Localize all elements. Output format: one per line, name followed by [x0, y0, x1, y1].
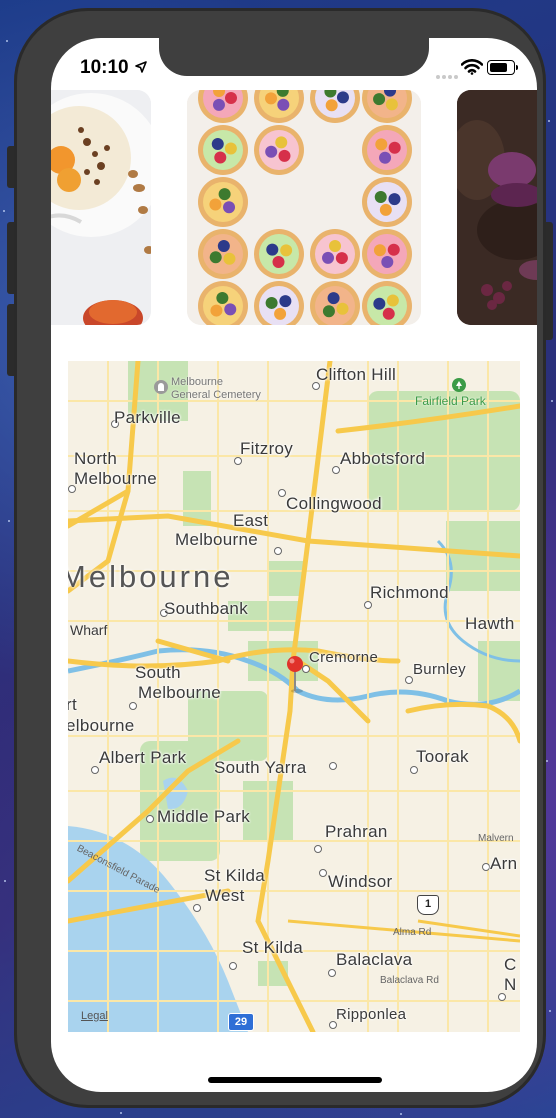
route-1-shield: 1: [417, 895, 439, 915]
label-armadale: Arn: [490, 854, 518, 873]
suburb-dot: [278, 489, 286, 497]
status-time: 10:10: [80, 57, 129, 78]
image-carousel[interactable]: [51, 90, 537, 326]
suburb-dot: [498, 993, 506, 1001]
suburb-dot: [332, 466, 340, 474]
suburb-dot: [329, 762, 337, 770]
label-port-melbourne-2: elbourne: [68, 716, 135, 735]
label-hawthorn: Hawth: [465, 614, 515, 633]
fruit-tarts-image: [187, 90, 421, 325]
label-balaclava: Balaclava: [336, 950, 413, 969]
park-icon: [452, 378, 466, 392]
suburb-dot: [68, 485, 76, 493]
suburb-dot: [405, 676, 413, 684]
label-south-melbourne-1: South: [135, 663, 181, 682]
device-screen: 10:10 Melbourne General Cemetery Fairfie…: [51, 38, 537, 1092]
label-prahran: Prahran: [325, 822, 388, 841]
label-collingwood: Collingwood: [286, 494, 382, 513]
label-st-kilda-west-2: West: [205, 886, 245, 905]
street-balaclava-rd: Balaclava Rd: [380, 975, 439, 986]
label-st-kilda-west-1: St Kilda: [204, 866, 265, 885]
map-view[interactable]: Melbourne General Cemetery Fairfield Par…: [68, 361, 520, 1032]
label-north-melbourne-1: North: [74, 449, 118, 468]
poi-fairfield-park: Fairfield Park: [415, 394, 486, 408]
label-ripponlea: Ripponlea: [336, 1006, 407, 1023]
suburb-dot: [410, 766, 418, 774]
route-29-shield: 29: [228, 1013, 254, 1031]
location-arrow-icon: [135, 61, 147, 73]
cellular-signal-icon: [436, 66, 460, 84]
battery-icon: [487, 60, 518, 75]
notch: [159, 38, 429, 76]
label-clifton-hill: Clifton Hill: [316, 365, 397, 384]
home-indicator[interactable]: [208, 1077, 382, 1083]
label-toorak: Toorak: [416, 747, 469, 766]
device-frame: 10:10 Melbourne General Cemetery Fairfie…: [14, 8, 546, 1108]
label-fitzroy: Fitzroy: [240, 439, 294, 458]
label-caulfield-1: C: [504, 955, 517, 974]
poi-cemetery-line2: General Cemetery: [171, 389, 261, 401]
suburb-dot: [482, 863, 490, 871]
location-pin-icon[interactable]: [284, 655, 306, 695]
suburb-dot: [229, 962, 237, 970]
label-caulfield-2: N: [504, 975, 517, 994]
label-south-yarra: South Yarra: [214, 758, 307, 777]
suburb-dot: [319, 869, 327, 877]
suburb-dot: [91, 766, 99, 774]
label-east-melbourne-1: East: [233, 511, 269, 530]
label-burnley: Burnley: [413, 661, 466, 678]
label-melbourne-city: Melbourne: [68, 559, 234, 594]
suburb-dot: [328, 969, 336, 977]
label-port-melbourne-1: rt: [68, 695, 77, 714]
label-albert-park: Albert Park: [99, 748, 187, 767]
suburb-dot: [193, 904, 201, 912]
cemetery-icon: [154, 380, 168, 394]
carousel-card-tarts[interactable]: [187, 90, 421, 325]
dark-dessert-image: [457, 90, 537, 325]
map-legal-link[interactable]: Legal: [81, 1010, 108, 1022]
suburb-dot: [146, 815, 154, 823]
suburb-dot: [129, 702, 137, 710]
label-st-kilda: St Kilda: [242, 938, 303, 957]
yogurt-bowl-image: [51, 90, 151, 325]
label-middle-park: Middle Park: [157, 807, 251, 826]
carousel-card-dessert[interactable]: [457, 90, 537, 325]
label-windsor: Windsor: [328, 872, 393, 891]
street-malvern: Malvern: [478, 833, 514, 844]
label-parkville: Parkville: [114, 408, 181, 427]
label-richmond: Richmond: [370, 583, 449, 602]
label-south-melbourne-2: Melbourne: [138, 683, 222, 702]
label-wharf: Wharf: [70, 622, 108, 638]
wifi-icon: [461, 59, 483, 75]
label-cremorne: Cremorne: [309, 649, 379, 666]
label-southbank: Southbank: [164, 599, 248, 618]
label-north-melbourne-2: Melbourne: [74, 469, 158, 488]
map-base: [68, 361, 520, 1032]
label-abbotsford: Abbotsford: [340, 449, 426, 468]
suburb-dot: [314, 845, 322, 853]
suburb-dot: [274, 547, 282, 555]
carousel-card-yogurt[interactable]: [51, 90, 151, 325]
label-east-melbourne-2: Melbourne: [175, 530, 259, 549]
poi-cemetery-line1: Melbourne: [171, 376, 223, 388]
street-alma: Alma Rd: [393, 927, 432, 938]
